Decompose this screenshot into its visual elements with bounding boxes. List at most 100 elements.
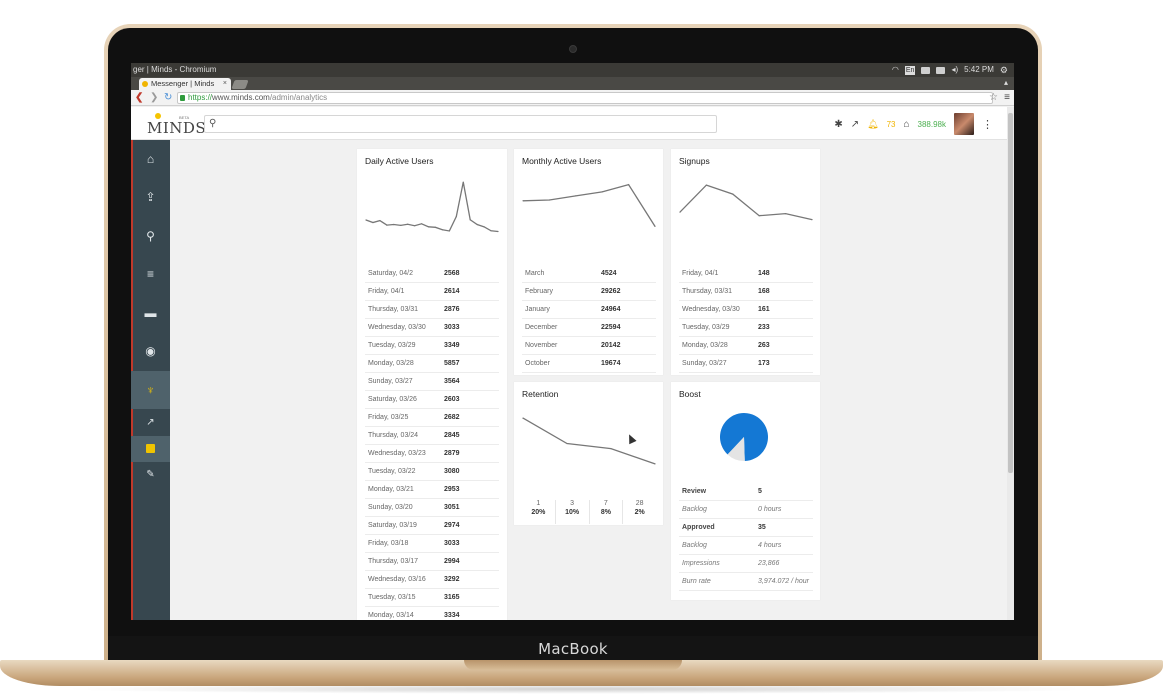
data-point [483,226,485,228]
logo-wordmark: MINDS [147,119,207,137]
row-value: 3165 [444,594,460,601]
notifications-bell-icon[interactable]: 🔔︎ [867,119,878,130]
profile-icon[interactable]: ▴ [1004,78,1008,87]
new-tab-button[interactable] [231,80,249,89]
browser-menu-icon[interactable]: ≡ [1004,92,1010,104]
row-label: Friday, 03/25 [368,414,409,421]
data-point [434,226,437,228]
row-value: 3292 [444,576,460,583]
newsfeed-icon[interactable]: ≡ [131,255,170,293]
row-value: 2845 [444,432,460,439]
row-label: Thursday, 03/31 [682,288,733,295]
data-point [420,223,423,225]
reload-icon[interactable]: ↻ [164,92,172,104]
data-point [610,448,612,450]
row-label: Monday, 03/21 [368,486,414,493]
table-row: November 20142 [522,337,656,355]
analytics-icon[interactable]: ↗ [131,410,170,436]
battery-icon[interactable] [936,66,946,74]
row-label: Impressions [682,560,720,567]
search-icon: ⚲ [209,118,217,129]
table-row: Tuesday, 03/29 233 [679,319,813,337]
address-bar: ❮ ❯ ↻ https://www.minds.com/admin/analyt… [131,90,1014,106]
tab-messenger[interactable]: Messenger | Minds × [139,78,231,90]
boost-title: Boost [679,389,701,399]
row-label: Monday, 03/28 [682,342,728,349]
more-menu-icon[interactable]: ⋮ [982,118,993,131]
home-icon[interactable]: ⌂ [131,140,170,178]
row-value: 3051 [444,504,460,511]
bookmark-star-icon[interactable]: ☆ [989,92,998,104]
row-label: Approved [682,524,715,531]
scrollbar-thumb[interactable] [1008,113,1013,473]
sidebar: ⌂ ⇪ ⚲ ≡ ▬ ◉ ♆ ↗ ✎ [131,140,170,620]
back-icon[interactable]: ❮ [135,92,143,104]
table-row: January 24964 [522,301,656,319]
table-row: Backlog 0 hours [679,501,813,519]
messenger-icon[interactable]: ▬ [131,294,170,332]
trending-icon[interactable]: ↗ [851,119,859,130]
series-line [522,183,656,227]
admin-icon[interactable]: ♆ [131,371,170,409]
dau-chart [365,181,499,233]
retention-percent: 10% [565,509,580,516]
keyboard-indicator[interactable]: En [904,65,916,75]
bug-report-icon[interactable]: ✱ [834,119,842,130]
data-point [679,211,681,213]
volume-icon[interactable]: ◂) [951,63,958,77]
row-label: Thursday, 03/31 [368,306,419,313]
minds-header: BETA MINDS ⚲ ✱ ↗ 🔔︎ 73 ⌂ 388.98k ⋮ [131,107,1007,140]
table-row: Thursday, 03/31 2876 [365,301,499,319]
row-label: Tuesday, 03/29 [682,324,730,331]
table-row: Wednesday, 03/30 3033 [365,319,499,337]
table-row: Approved 35 [679,519,813,537]
row-label: Sunday, 03/27 [368,378,413,385]
page-scrollbar[interactable] [1007,107,1014,620]
search-input[interactable]: ⚲ [204,115,717,133]
dau-title: Daily Active Users [365,156,434,166]
row-value: 3334 [444,612,460,619]
url-input[interactable]: https://www.minds.com/admin/analytics [177,92,993,104]
data-point [654,225,656,227]
retention-percent: 20% [531,509,546,516]
table-row: Thursday, 03/17 2994 [365,553,499,571]
avatar[interactable] [954,113,974,135]
mail-icon[interactable] [921,66,931,74]
upload-icon[interactable]: ⇪ [131,178,170,216]
row-value: 3349 [444,342,460,349]
data-point [365,219,367,221]
points-balance[interactable]: 388.98k [918,120,946,129]
tab-close-icon[interactable]: × [223,78,227,90]
gatherings-icon[interactable]: ◉ [131,332,170,370]
table-row: Tuesday, 03/22 3080 [365,463,499,481]
boost-admin-icon[interactable] [131,436,170,462]
row-value: 29262 [601,288,621,295]
row-label: Monday, 03/28 [368,360,414,367]
signups-chart [679,184,813,221]
wifi-icon[interactable]: ◠ [892,63,899,77]
data-point [441,229,444,231]
row-value: 3080 [444,468,460,475]
minds-logo[interactable]: BETA MINDS [147,113,206,137]
row-value: 24964 [601,306,621,313]
data-point [372,221,374,224]
forward-icon[interactable]: ❯ [150,92,158,104]
data-point [732,193,734,195]
table-row: Friday, 03/25 2682 [365,409,499,427]
boost-table: Review 5 Backlog 0 hours Approved 35 Backlog 4 … [679,483,813,591]
retention-day: 3 [570,500,575,507]
row-value: 168 [758,288,770,295]
data-point [785,213,787,215]
signups-title: Signups [679,156,710,166]
wallet-bank-icon[interactable]: ⌂ [903,119,909,130]
table-row: December 22594 [522,319,656,337]
edit-icon[interactable]: ✎ [131,462,170,488]
search-icon[interactable]: ⚲ [131,217,170,255]
mau-card: Monthly Active Users March 4524 February 29… [514,149,663,375]
settings-gear-icon[interactable]: ⚙ [1000,63,1008,77]
clock[interactable]: 5:42 PM [964,63,994,77]
notification-count[interactable]: 73 [887,120,896,129]
retention-column: 1 20% [522,500,556,524]
row-value: 3,974.072 / hour [758,578,809,585]
row-value: 233 [758,324,770,331]
